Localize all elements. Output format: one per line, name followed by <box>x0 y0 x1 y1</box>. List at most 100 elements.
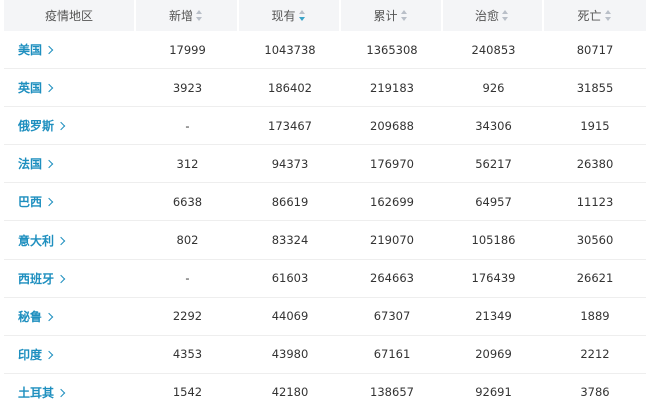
deaths-cell: 2212 <box>544 336 646 374</box>
column-header-label: 疫情地区 <box>44 9 93 23</box>
region-link[interactable]: 法国 <box>18 157 54 171</box>
cured-cell: 64957 <box>443 183 544 222</box>
sort-icon[interactable] <box>196 10 204 21</box>
region-link[interactable]: 西班牙 <box>18 271 66 286</box>
region-cell: 俄罗斯 <box>4 107 136 146</box>
deaths-cell: 26380 <box>544 145 646 184</box>
region-name: 美国 <box>18 43 43 58</box>
current-cases-cell: 83324 <box>239 221 341 260</box>
deaths-column-header[interactable]: 死亡 <box>544 0 646 31</box>
region-link[interactable]: 巴西 <box>18 195 54 209</box>
table-header-row: 疫情地区 新增 现有 累计 治愈 死亡 <box>4 0 646 31</box>
deaths-cell: 1915 <box>544 107 646 146</box>
sort-descending-icon <box>400 17 407 21</box>
region-cell: 法国 <box>4 145 136 184</box>
current-cases-cell: 94373 <box>239 145 341 184</box>
table-row: 巴西 6638 86619 162699 64957 11123 <box>4 183 646 222</box>
sort-icon[interactable] <box>604 10 613 21</box>
region-cell: 西班牙 <box>4 260 136 298</box>
sort-descending-icon <box>298 17 305 21</box>
region-name: 意大利 <box>18 233 55 248</box>
chevron-right-icon <box>56 236 66 245</box>
sort-ascending-icon <box>298 10 305 14</box>
deaths-cell: 3786 <box>580 385 610 400</box>
table-row: 意大利 802 83324 219070 105186 30560 <box>4 221 646 260</box>
deaths-cell: 1889 <box>544 298 646 336</box>
deaths-cell: 80717 <box>544 31 646 70</box>
total-cases-column-header[interactable]: 累计 <box>341 0 443 31</box>
table-row: 俄罗斯 -173467 209688 34306 1915 <box>4 107 646 146</box>
deaths-cell: 26621 <box>544 260 646 298</box>
chevron-right-icon <box>56 121 66 131</box>
column-header-label: 治愈 <box>474 9 499 23</box>
region-name: 秘鲁 <box>18 309 43 324</box>
total-cases-cell: 138657 <box>370 385 414 400</box>
region-column-header: 疫情地区 <box>4 0 136 31</box>
total-cases-cell: 67161 <box>341 336 443 374</box>
region-name: 英国 <box>18 81 43 96</box>
cured-cell: 240853 <box>443 31 544 70</box>
cured-cell: 20969 <box>443 336 544 374</box>
table-row: 土耳其 1542 42180 138657 92691 3786 <box>4 374 646 411</box>
sort-icon[interactable] <box>298 10 307 21</box>
cured-cell: 21349 <box>443 298 544 336</box>
region-cell: 英国 <box>4 69 136 108</box>
current-cases-cell: 1043738 <box>239 31 341 70</box>
region-name: 西班牙 <box>18 271 55 286</box>
table-row: 法国 312 94373 176970 56217 26380 <box>4 145 646 184</box>
new-cases-cell: - <box>136 260 239 298</box>
current-cases-cell: 186402 <box>239 69 341 108</box>
sort-ascending-icon <box>196 10 202 14</box>
region-link[interactable]: 美国 <box>18 43 54 58</box>
cured-cell: 105186 <box>443 221 544 260</box>
chevron-right-icon <box>44 83 54 93</box>
chevron-right-icon <box>44 198 54 207</box>
cured-cell: 34306 <box>443 107 544 146</box>
chevron-right-icon <box>44 350 54 360</box>
cured-cell: 92691 <box>475 385 512 400</box>
sort-descending-icon <box>604 17 611 21</box>
region-link[interactable]: 英国 <box>18 81 54 96</box>
region-link[interactable]: 秘鲁 <box>18 309 54 324</box>
region-cell: 印度 <box>4 336 136 374</box>
total-cases-cell: 219070 <box>341 221 443 260</box>
cured-cell: 926 <box>443 69 544 108</box>
sort-ascending-icon <box>604 10 611 14</box>
chevron-right-icon <box>44 160 54 169</box>
current-cases-cell: 44069 <box>239 298 341 336</box>
region-link[interactable]: 意大利 <box>18 233 66 248</box>
region-cell: 土耳其 <box>4 374 136 411</box>
region-link[interactable]: 土耳其 <box>18 386 66 400</box>
region-link[interactable]: 印度 <box>18 347 54 362</box>
column-header-label: 死亡 <box>577 9 602 23</box>
current-cases-cell: 61603 <box>239 260 341 298</box>
sort-ascending-icon <box>400 10 407 14</box>
table-row: 秘鲁 2292 44069 67307 21349 1889 <box>4 298 646 336</box>
region-link[interactable]: 俄罗斯 <box>18 119 66 133</box>
deaths-cell: 11123 <box>544 183 646 222</box>
total-cases-cell: 1365308 <box>341 31 443 70</box>
table-row: 美国 17999 1043738 1365308 240853 80717 <box>4 31 646 70</box>
current-cases-cell: 42180 <box>271 385 309 400</box>
cured-column-header[interactable]: 治愈 <box>443 0 544 31</box>
current-cases-cell: 173467 <box>239 107 341 146</box>
total-cases-cell: 219183 <box>341 69 443 108</box>
new-cases-cell: 4353 <box>136 336 239 374</box>
column-header-label: 现有 <box>271 9 296 23</box>
cured-cell: 176439 <box>443 260 544 298</box>
chevron-right-icon <box>44 45 54 55</box>
total-cases-cell: 264663 <box>341 260 443 298</box>
sort-ascending-icon <box>502 10 508 14</box>
new-cases-column-header[interactable]: 新增 <box>136 0 239 31</box>
table-row: 英国 3923 186402 219183 926 31855 <box>4 69 646 108</box>
sort-icon[interactable] <box>400 10 409 21</box>
sort-icon[interactable] <box>502 10 510 21</box>
sort-descending-icon <box>196 17 202 21</box>
new-cases-cell: 17999 <box>136 31 239 70</box>
table-body: 美国 17999 1043738 1365308 240853 80717 英国 3923 18… <box>4 31 646 411</box>
region-name: 印度 <box>18 347 43 362</box>
total-cases-cell: 176970 <box>341 145 443 184</box>
region-cell: 美国 <box>4 31 136 70</box>
new-cases-cell: 3923 <box>136 69 239 108</box>
current-cases-column-header[interactable]: 现有 <box>239 0 341 31</box>
